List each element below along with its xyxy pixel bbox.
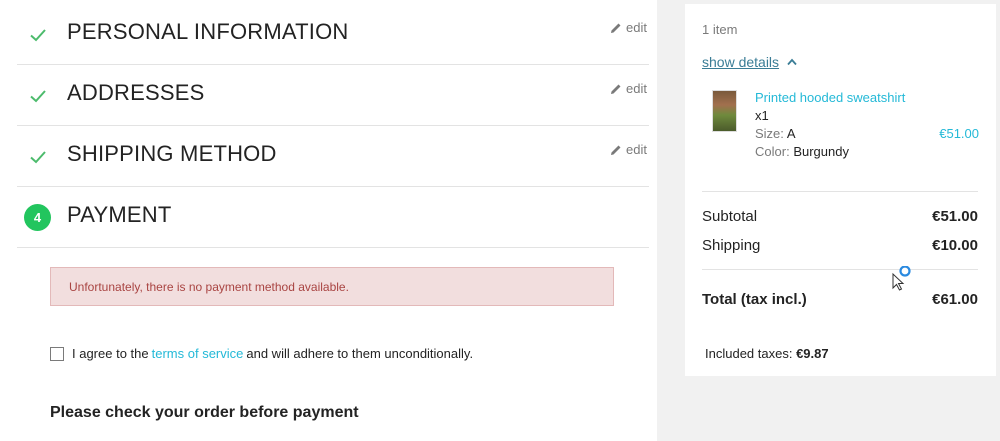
check-order-heading: Please check your order before payment: [50, 404, 359, 421]
edit-label: edit: [626, 20, 647, 35]
shipping-row: Shipping €10.00: [702, 237, 978, 254]
step-personal-information[interactable]: PERSONAL INFORMATION edit: [17, 3, 649, 65]
product-quantity: x1: [755, 108, 769, 123]
edit-label: edit: [626, 142, 647, 157]
total-label: Total (tax incl.): [702, 291, 807, 308]
step-payment: 4 PAYMENT: [17, 186, 649, 248]
subtotal-row: Subtotal €51.00: [702, 208, 978, 225]
step-title: PERSONAL INFORMATION: [67, 19, 349, 44]
divider: [702, 269, 978, 270]
shipping-label: Shipping: [702, 237, 761, 254]
color-label: Color:: [755, 144, 790, 159]
terms-agreement: I agree to the terms of service and will…: [50, 346, 473, 361]
shipping-value: €10.00: [932, 237, 978, 254]
edit-link[interactable]: edit: [610, 81, 647, 96]
product-name-link[interactable]: Printed hooded sweatshirt: [755, 90, 905, 105]
edit-label: edit: [626, 81, 647, 96]
terms-checkbox[interactable]: [50, 346, 64, 361]
step-number-badge: 4: [24, 204, 51, 231]
pencil-icon: [611, 145, 621, 155]
show-details-toggle[interactable]: show details: [702, 54, 797, 70]
divider: [702, 191, 978, 192]
edit-link[interactable]: edit: [610, 20, 647, 35]
check-icon: [30, 29, 46, 42]
size-label: Size:: [755, 126, 784, 141]
check-icon: [30, 151, 46, 164]
step-shipping-method[interactable]: SHIPPING METHOD edit: [17, 125, 649, 187]
subtotal-value: €51.00: [932, 208, 978, 225]
cart-summary: 1 item show details Printed hooded sweat…: [685, 4, 996, 376]
taxes-label: Included taxes:: [705, 346, 793, 361]
included-taxes: Included taxes: €9.87: [705, 346, 829, 361]
show-details-label: show details: [702, 54, 780, 70]
check-icon: [30, 90, 46, 103]
step-title: ADDRESSES: [67, 80, 205, 105]
terms-of-service-link[interactable]: terms of service: [152, 346, 244, 361]
step-title: SHIPPING METHOD: [67, 141, 277, 166]
agree-suffix: and will adhere to them unconditionally.: [246, 346, 474, 361]
pencil-icon: [611, 23, 621, 33]
taxes-value: €9.87: [796, 346, 829, 361]
checkout-steps-panel: PERSONAL INFORMATION edit ADDRESSES edit…: [0, 0, 657, 441]
size-value: A: [786, 126, 796, 141]
color-value: Burgundy: [793, 144, 849, 159]
total-value: €61.00: [932, 291, 978, 308]
edit-link[interactable]: edit: [610, 142, 647, 157]
subtotal-label: Subtotal: [702, 208, 758, 225]
items-count: 1 item: [702, 22, 738, 37]
step-title: PAYMENT: [67, 202, 172, 227]
total-row: Total (tax incl.) €61.00: [702, 291, 978, 308]
chevron-up-icon: [787, 58, 797, 66]
agree-prefix: I agree to the: [72, 346, 149, 361]
pencil-icon: [611, 84, 621, 94]
product-size: Size: A: [755, 126, 795, 141]
no-payment-alert: Unfortunately, there is no payment metho…: [50, 267, 614, 306]
product-thumbnail[interactable]: [712, 90, 737, 132]
step-addresses[interactable]: ADDRESSES edit: [17, 64, 649, 126]
mouse-cursor-icon: [892, 266, 911, 291]
product-color: Color: Burgundy: [755, 144, 849, 159]
product-price: €51.00: [939, 126, 979, 141]
